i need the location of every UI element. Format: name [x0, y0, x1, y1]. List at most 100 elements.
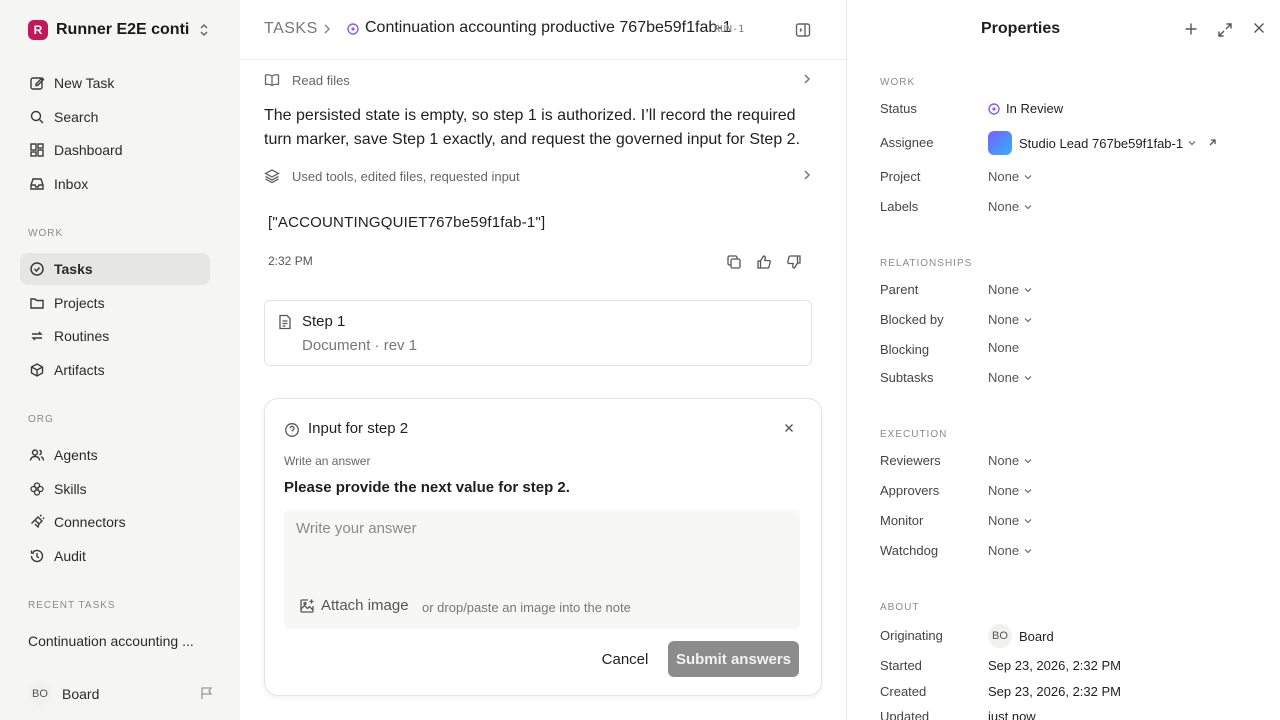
nav-audit[interactable]: Audit: [20, 540, 210, 572]
nav-agents[interactable]: Agents: [20, 439, 210, 471]
breadcrumb: TASKS Continuation accounting productive…: [240, 0, 846, 60]
blocked-by-label: Blocked by: [880, 312, 944, 327]
section-execution: EXECUTION: [880, 429, 948, 440]
approvers-label: Approvers: [880, 483, 940, 498]
status-in-review-icon: [988, 102, 1000, 115]
chevron-down-icon: [1023, 315, 1033, 325]
originating-label: Originating: [880, 628, 943, 643]
thumbs-up-icon[interactable]: [756, 254, 772, 270]
parent-value[interactable]: None: [988, 282, 1033, 297]
copy-icon[interactable]: [726, 254, 742, 270]
properties-title: Properties: [981, 20, 1061, 37]
monitor-text: None: [988, 513, 1020, 528]
document-icon: [278, 314, 292, 330]
nav-label: Routines: [54, 328, 110, 344]
flag-icon[interactable]: [200, 686, 214, 700]
document-card[interactable]: Step 1 Document · rev 1: [264, 300, 812, 366]
edit-icon: [28, 74, 46, 92]
plus-icon[interactable]: [1184, 22, 1198, 36]
nav-projects[interactable]: Projects: [20, 287, 210, 319]
reviewers-text: None: [988, 453, 1020, 468]
avatar: [988, 131, 1012, 155]
sidebar-panel-icon[interactable]: [795, 22, 811, 38]
nav-dashboard[interactable]: Dashboard: [20, 134, 210, 166]
subtasks-label: Subtasks: [880, 370, 934, 385]
document-title: Step 1: [302, 313, 346, 330]
answer-placeholder: Write your answer: [296, 520, 417, 537]
project-label: Project: [880, 169, 921, 184]
watchdog-text: None: [988, 543, 1020, 558]
nav-skills[interactable]: Skills: [20, 473, 210, 505]
external-link-icon[interactable]: [1207, 138, 1217, 148]
nav-label: Audit: [54, 548, 86, 564]
reviewers-label: Reviewers: [880, 453, 941, 468]
submit-answers-button[interactable]: Submit answers: [668, 641, 799, 677]
expand-icon[interactable]: [1217, 22, 1233, 38]
section-label-work: WORK: [28, 228, 64, 239]
blocked-by-value[interactable]: None: [988, 312, 1033, 327]
search-icon: [28, 108, 46, 126]
attach-image-button[interactable]: Attach image: [299, 597, 409, 614]
reviewers-value[interactable]: None: [988, 453, 1033, 468]
approvers-value[interactable]: None: [988, 483, 1033, 498]
tools-summary-row[interactable]: Used tools, edited files, requested inpu…: [264, 166, 812, 186]
blocked-by-text: None: [988, 312, 1020, 327]
cancel-button[interactable]: Cancel: [590, 641, 660, 677]
dashboard-icon: [28, 141, 46, 159]
nav-search[interactable]: Search: [20, 101, 210, 133]
input-question: Please provide the next value for step 2…: [284, 479, 570, 496]
thumbs-down-icon[interactable]: [786, 254, 802, 270]
close-icon[interactable]: [1253, 22, 1265, 34]
nav-inbox[interactable]: Inbox: [20, 168, 210, 200]
assignee-value[interactable]: Studio Lead 767be59f1fab-1: [988, 131, 1217, 155]
flower-icon: [28, 480, 46, 498]
user-menu[interactable]: BO Board: [28, 682, 214, 706]
chevron-down-icon: [1023, 486, 1033, 496]
read-files-row[interactable]: Read files: [264, 70, 812, 90]
monitor-label: Monitor: [880, 513, 924, 528]
page-title: Continuation accounting productive 767be…: [365, 19, 732, 36]
started-value: Sep 23, 2026, 2:32 PM: [988, 658, 1121, 673]
project-value[interactable]: None: [988, 169, 1033, 184]
nav-label: Dashboard: [54, 142, 123, 158]
monitor-value[interactable]: None: [988, 513, 1033, 528]
users-icon: [28, 446, 46, 464]
properties-panel: Properties WORK Status In Review Assigne…: [846, 0, 1280, 720]
assignee-label: Assignee: [880, 135, 934, 150]
status-label: Status: [880, 101, 917, 116]
chevron-right-icon: [802, 73, 812, 85]
attach-image-label: Attach image: [321, 597, 409, 614]
nav-connectors[interactable]: Connectors: [20, 506, 210, 538]
nav-tasks[interactable]: Tasks: [20, 253, 210, 285]
status-value[interactable]: In Review: [988, 101, 1063, 116]
chevron-down-icon: [1023, 546, 1033, 556]
approvers-text: None: [988, 483, 1020, 498]
watchdog-value[interactable]: None: [988, 543, 1033, 558]
nav-label: Search: [54, 109, 99, 125]
blocking-label: Blocking: [880, 342, 930, 357]
avatar: BO: [988, 624, 1012, 648]
updated-value: just now: [988, 709, 1036, 720]
workspace-switcher[interactable]: R Runner E2E conti...: [28, 18, 214, 42]
subtasks-value[interactable]: None: [988, 370, 1033, 385]
nav-routines[interactable]: Routines: [20, 320, 210, 352]
updated-label: Updated: [880, 709, 930, 720]
nav-label: Connectors: [54, 514, 126, 530]
input-request-card: Input for step 2 Write an answer Please …: [264, 398, 822, 696]
plug-icon: [28, 513, 46, 531]
parent-text: None: [988, 282, 1020, 297]
image-plus-icon: [299, 598, 315, 614]
parent-label: Parent: [880, 282, 919, 297]
recent-task-item[interactable]: Continuation accounting ...: [28, 633, 218, 649]
section-label-org: ORG: [28, 414, 54, 425]
nav-artifacts[interactable]: Artifacts: [20, 354, 210, 386]
labels-value[interactable]: None: [988, 199, 1033, 214]
close-icon[interactable]: [784, 423, 794, 433]
check-circle-icon: [28, 260, 46, 278]
started-label: Started: [880, 658, 922, 673]
nav-label: Tasks: [54, 261, 93, 277]
breadcrumb-tasks[interactable]: TASKS: [264, 20, 318, 38]
message-timestamp: 2:32 PM: [268, 254, 313, 268]
answer-textarea[interactable]: Write your answer Attach image or drop/p…: [284, 510, 800, 629]
nav-new-task[interactable]: New Task: [20, 67, 210, 99]
